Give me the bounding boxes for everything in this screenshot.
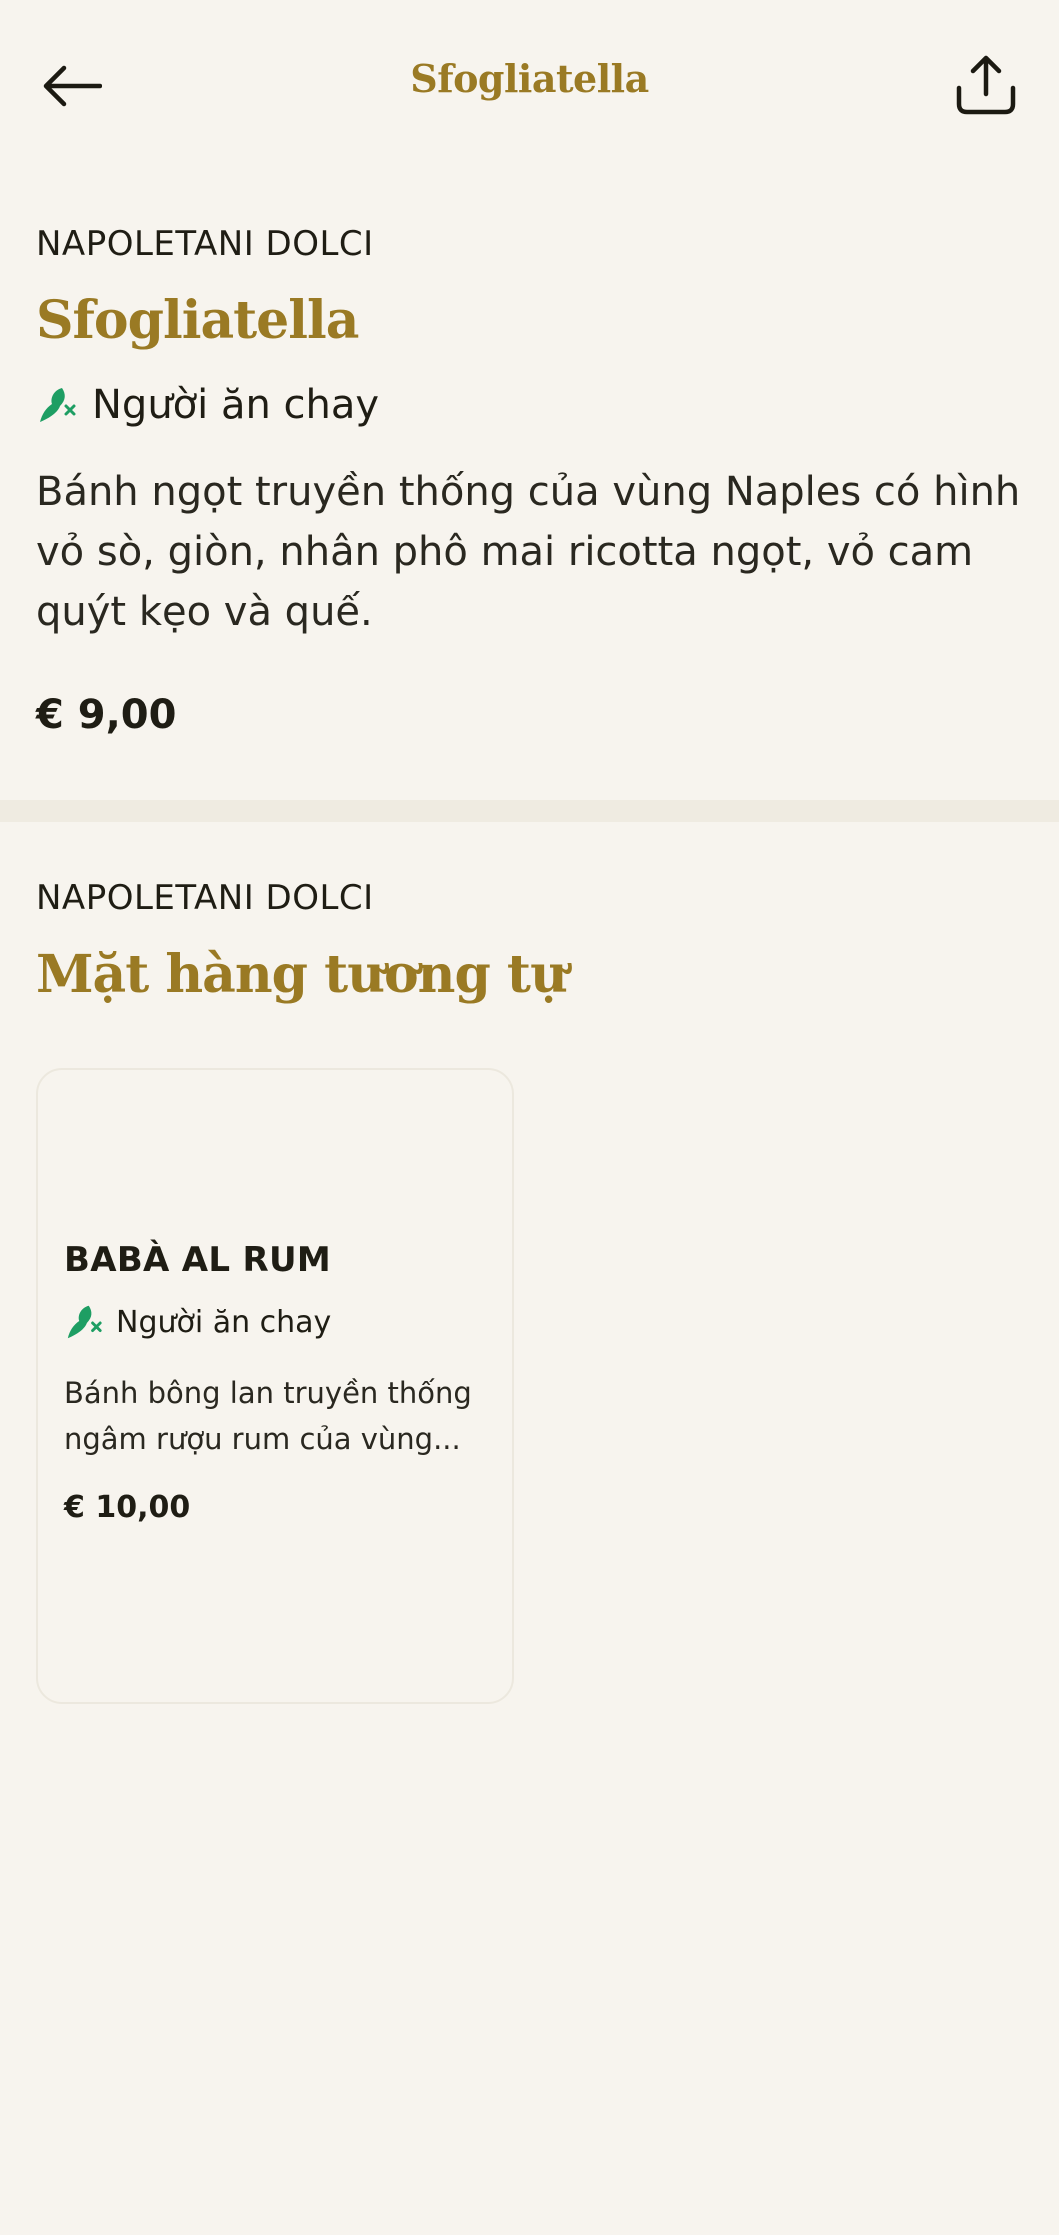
- similar-heading: Mặt hàng tương tự: [36, 944, 568, 1005]
- vegetarian-tag: Người ăn chay: [64, 1302, 331, 1342]
- item-title: Sfogliatella: [36, 290, 359, 351]
- similar-item-card[interactable]: BABÀ AL RUM Người ăn chay Bánh bông lan …: [36, 1068, 514, 1704]
- item-detail: NAPOLETANI DOLCI Sfogliatella Người ăn c…: [0, 0, 1059, 800]
- vegetarian-icon: [40, 388, 76, 422]
- card-title: BABÀ AL RUM: [64, 1240, 332, 1280]
- vegetarian-tag: Người ăn chay: [36, 382, 379, 428]
- tag-label: Người ăn chay: [116, 1304, 332, 1340]
- similar-category: NAPOLETANI DOLCI: [36, 878, 374, 918]
- item-description: Bánh ngọt truyền thống của vùng Naples c…: [36, 469, 1021, 635]
- card-price: € 10,00: [64, 1490, 191, 1525]
- item-category: NAPOLETANI DOLCI: [36, 224, 374, 264]
- item-price: € 9,00: [36, 692, 177, 738]
- vegetarian-icon: [67, 1305, 102, 1339]
- section-divider: [0, 800, 1059, 822]
- tag-label: Người ăn chay: [92, 382, 380, 428]
- card-description: Bánh bông lan truyền thống ngâm rượu rum…: [64, 1376, 472, 1456]
